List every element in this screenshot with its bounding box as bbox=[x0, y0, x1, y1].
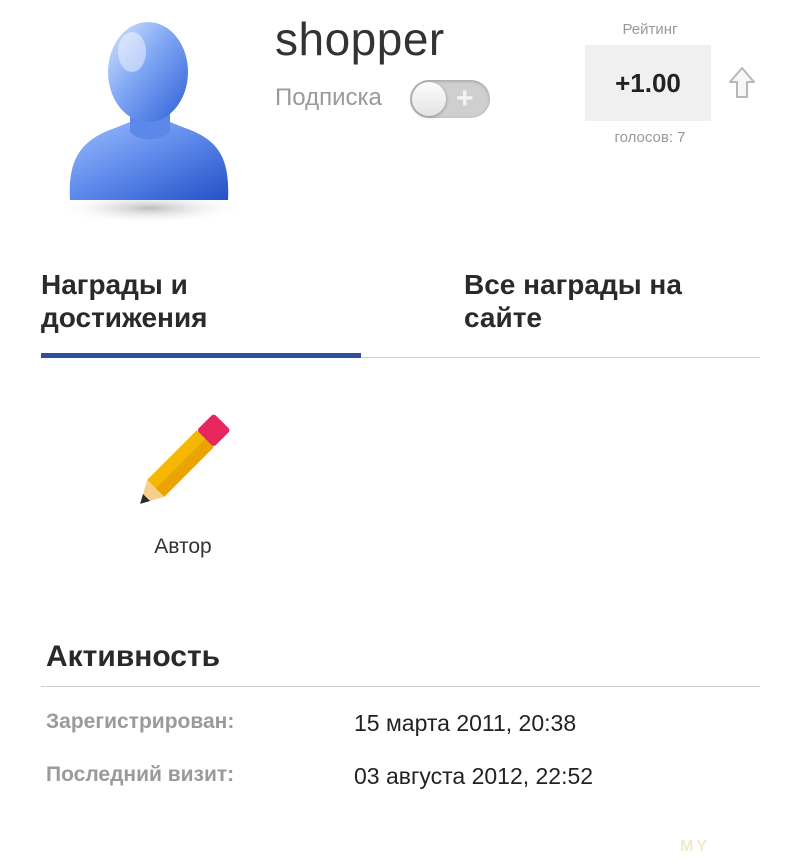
tab-all-site-awards[interactable]: Все награды на сайте bbox=[464, 268, 764, 334]
tab-awards-achievements[interactable]: Награды и достижения bbox=[41, 268, 341, 334]
plus-icon: + bbox=[456, 82, 474, 115]
rating-value: +1.00 bbox=[585, 45, 711, 121]
watermark: MY bbox=[680, 838, 710, 855]
toggle-knob bbox=[412, 82, 446, 116]
subscription-toggle[interactable]: + bbox=[410, 80, 490, 118]
active-tab-indicator bbox=[41, 353, 361, 358]
avatar bbox=[40, 10, 250, 230]
arrow-up-icon bbox=[729, 67, 755, 98]
username: shopper bbox=[275, 13, 445, 65]
activity-heading: Активность bbox=[46, 640, 221, 673]
pencil-icon[interactable] bbox=[132, 408, 236, 512]
last-visit-label: Последний визит: bbox=[46, 763, 235, 786]
vote-up-button[interactable] bbox=[728, 66, 756, 100]
registered-label: Зарегистрирован: bbox=[46, 710, 235, 733]
votes-count: голосов: 7 bbox=[614, 129, 686, 146]
activity-divider bbox=[41, 686, 760, 687]
subscription-label: Подписка bbox=[275, 84, 382, 111]
registered-value: 15 марта 2011, 20:38 bbox=[354, 710, 577, 736]
user-silhouette-icon bbox=[55, 22, 245, 224]
rating-label: Рейтинг bbox=[622, 21, 678, 38]
last-visit-value: 03 августа 2012, 22:52 bbox=[354, 763, 594, 789]
award-label: Автор bbox=[154, 535, 212, 558]
